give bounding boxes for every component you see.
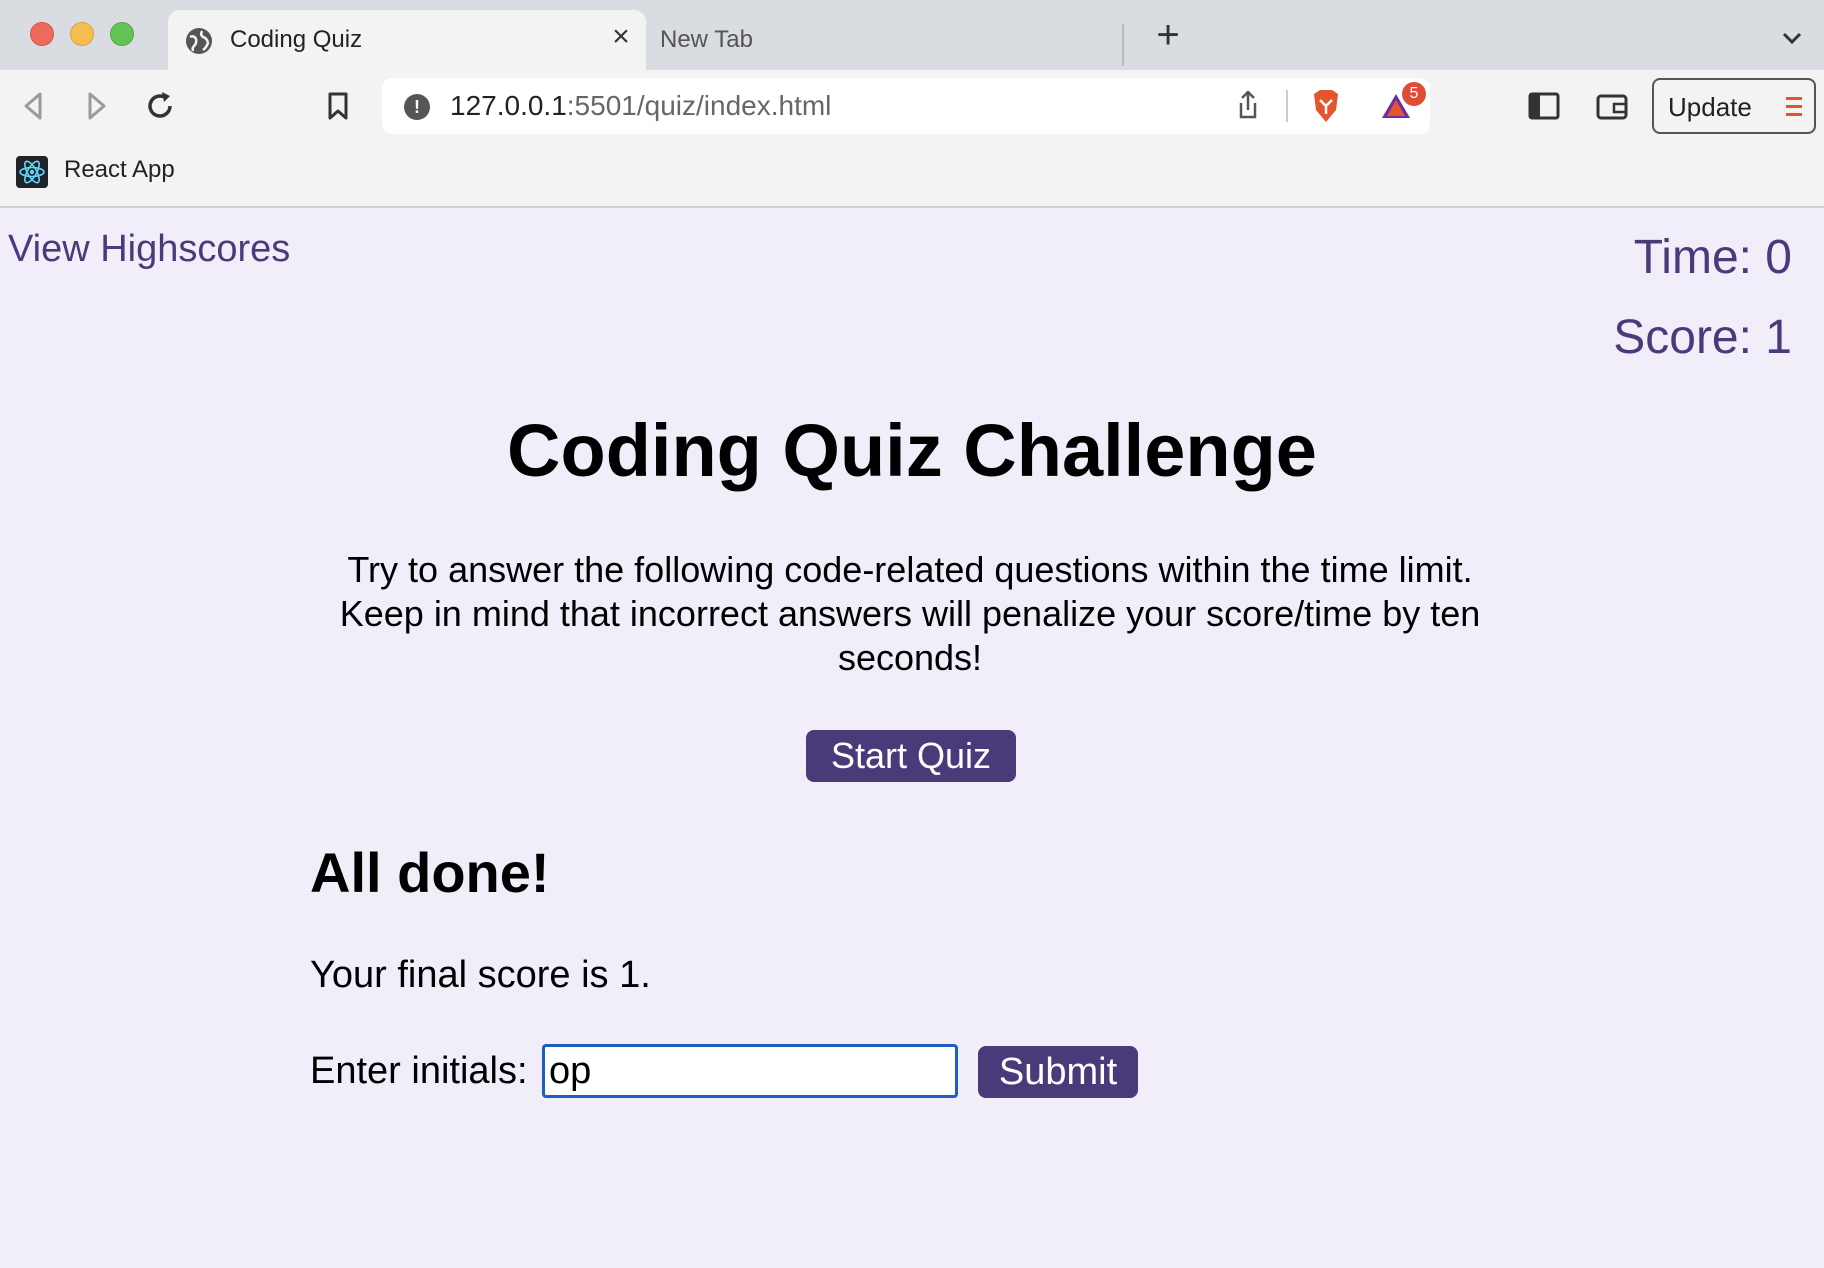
time-display: Time: 0	[1633, 231, 1792, 284]
view-highscores-link[interactable]: View Highscores	[8, 228, 290, 271]
start-quiz-button[interactable]: Start Quiz	[806, 730, 1016, 782]
quiz-page: View Highscores Time: 0 Score: 1 Coding …	[0, 208, 1824, 1268]
bookmarks-bar: React App	[0, 144, 1824, 208]
tab-coding-quiz[interactable]: Coding Quiz ×	[168, 10, 646, 70]
intro-text: Try to answer the following code-related…	[339, 549, 1481, 678]
url-divider	[1286, 90, 1288, 122]
reload-icon[interactable]	[140, 86, 180, 126]
share-icon[interactable]	[1228, 86, 1268, 126]
address-bar[interactable]: ! 127.0.0.1:5501/quiz/index.html 5	[382, 78, 1430, 134]
initials-label: Enter initials:	[310, 1050, 528, 1092]
brave-shield-icon[interactable]	[1306, 86, 1346, 126]
close-window-button[interactable]	[30, 22, 54, 46]
sidebar-icon[interactable]	[1524, 86, 1564, 126]
bookmark-icon[interactable]	[318, 86, 358, 126]
update-label: Update	[1668, 92, 1752, 122]
back-icon[interactable]	[14, 86, 54, 126]
tab-divider	[1122, 24, 1124, 66]
final-score-text: Your final score is 1.	[310, 954, 651, 996]
info-icon[interactable]: !	[404, 94, 430, 120]
tab-title: Coding Quiz	[230, 26, 363, 53]
menu-icon	[1786, 97, 1802, 116]
close-icon[interactable]: ×	[606, 22, 636, 52]
plus-icon[interactable]: +	[1148, 15, 1188, 56]
tab-bar: Coding Quiz × New Tab +	[0, 0, 1824, 70]
globe-icon	[186, 28, 212, 54]
submit-button[interactable]: Submit	[978, 1046, 1138, 1098]
react-icon	[16, 156, 48, 188]
minimize-window-button[interactable]	[70, 22, 94, 46]
maximize-window-button[interactable]	[110, 22, 134, 46]
extension-badge: 5	[1402, 82, 1426, 106]
chevron-down-icon[interactable]	[1772, 24, 1812, 54]
url-host: 127.0.0.1	[450, 90, 567, 121]
wallet-icon[interactable]	[1592, 86, 1632, 126]
all-done-heading: All done!	[310, 841, 550, 904]
score-display: Score: 1	[1613, 311, 1792, 364]
update-button[interactable]: Update	[1652, 78, 1816, 134]
page-title: Coding Quiz Challenge	[507, 409, 1317, 492]
forward-icon[interactable]	[76, 86, 116, 126]
browser-toolbar: ! 127.0.0.1:5501/quiz/index.html 5 Updat…	[0, 70, 1824, 144]
bookmark-react-app[interactable]: React App	[64, 156, 175, 184]
url-path: :5501/quiz/index.html	[566, 90, 832, 121]
url-text[interactable]: 127.0.0.1:5501/quiz/index.html	[450, 90, 831, 122]
initials-input[interactable]	[542, 1044, 958, 1098]
tab-new-tab[interactable]: New Tab	[660, 26, 753, 54]
